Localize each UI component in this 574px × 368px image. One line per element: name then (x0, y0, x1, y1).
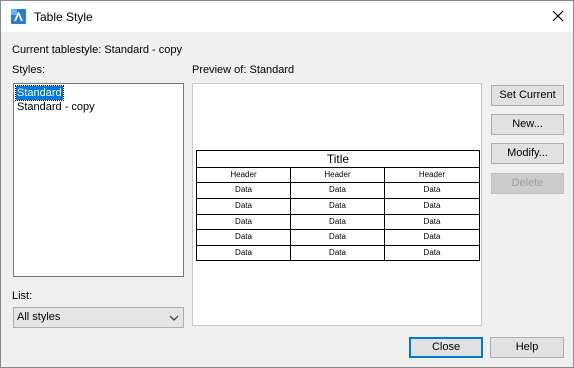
data-cell: Data (197, 246, 291, 260)
preview-style-name: Standard (249, 64, 295, 76)
data-cell: Data (291, 183, 385, 198)
data-cell: Data (197, 183, 291, 198)
close-icon[interactable] (549, 7, 567, 25)
current-tablestyle-label: Current tablestyle: (12, 44, 102, 56)
data-cell: Data (197, 199, 291, 214)
style-item-standard[interactable]: Standard (15, 85, 64, 101)
list-label: List: (12, 290, 33, 302)
styles-label: Styles: (12, 64, 46, 76)
header-cell: Header (418, 170, 446, 179)
window-title: Table Style (34, 10, 93, 24)
table-header-row: Header Header Header (197, 168, 479, 183)
table-row: Data Data Data (197, 215, 479, 230)
data-cell: Data (197, 215, 291, 229)
current-tablestyle-line: Current tablestyle: Standard - copy (12, 44, 182, 56)
set-current-button[interactable]: Set Current (491, 85, 564, 106)
preview-pane: Title Header Header Header Data Data Dat… (192, 83, 482, 326)
close-button[interactable]: Close (409, 337, 483, 358)
list-filter-value: All styles (17, 311, 61, 323)
preview-label-prefix: Preview of: (192, 64, 247, 76)
new-button[interactable]: New... (491, 114, 564, 135)
data-cell: Data (423, 232, 441, 241)
table-title-row: Title (197, 151, 479, 168)
table-style-dialog: Table Style Current tablestyle: Standard… (0, 0, 574, 368)
table-row: Data Data Data (197, 230, 479, 246)
styles-listbox[interactable]: Standard Standard - copy (13, 83, 184, 277)
data-cell: Data (423, 248, 441, 257)
data-cell: Data (423, 201, 441, 210)
style-item-standard-copy[interactable]: Standard - copy (16, 100, 96, 114)
autocad-app-icon (11, 9, 26, 24)
list-filter-dropdown[interactable]: All styles (13, 307, 184, 328)
data-cell: Data (423, 217, 441, 226)
preview-label: Preview of: Standard (192, 64, 294, 76)
delete-button[interactable]: Delete (491, 173, 564, 194)
chevron-down-icon (169, 315, 179, 321)
header-cell: Header (197, 168, 291, 182)
data-cell: Data (291, 246, 385, 260)
table-row: Data Data Data (197, 246, 479, 260)
data-cell: Data (291, 199, 385, 214)
modify-button[interactable]: Modify... (491, 143, 564, 164)
table-row: Data Data Data (197, 183, 479, 199)
title-bar: Table Style (1, 1, 573, 32)
data-cell: Data (291, 230, 385, 245)
table-row: Data Data Data (197, 199, 479, 215)
sample-table: Title Header Header Header Data Data Dat… (196, 150, 480, 261)
data-cell: Data (423, 185, 441, 194)
table-title-cell: Title (326, 152, 350, 166)
help-button[interactable]: Help (490, 337, 564, 358)
header-cell: Header (291, 168, 385, 182)
data-cell: Data (197, 230, 291, 245)
current-tablestyle-value: Standard - copy (104, 44, 182, 56)
data-cell: Data (291, 215, 385, 229)
